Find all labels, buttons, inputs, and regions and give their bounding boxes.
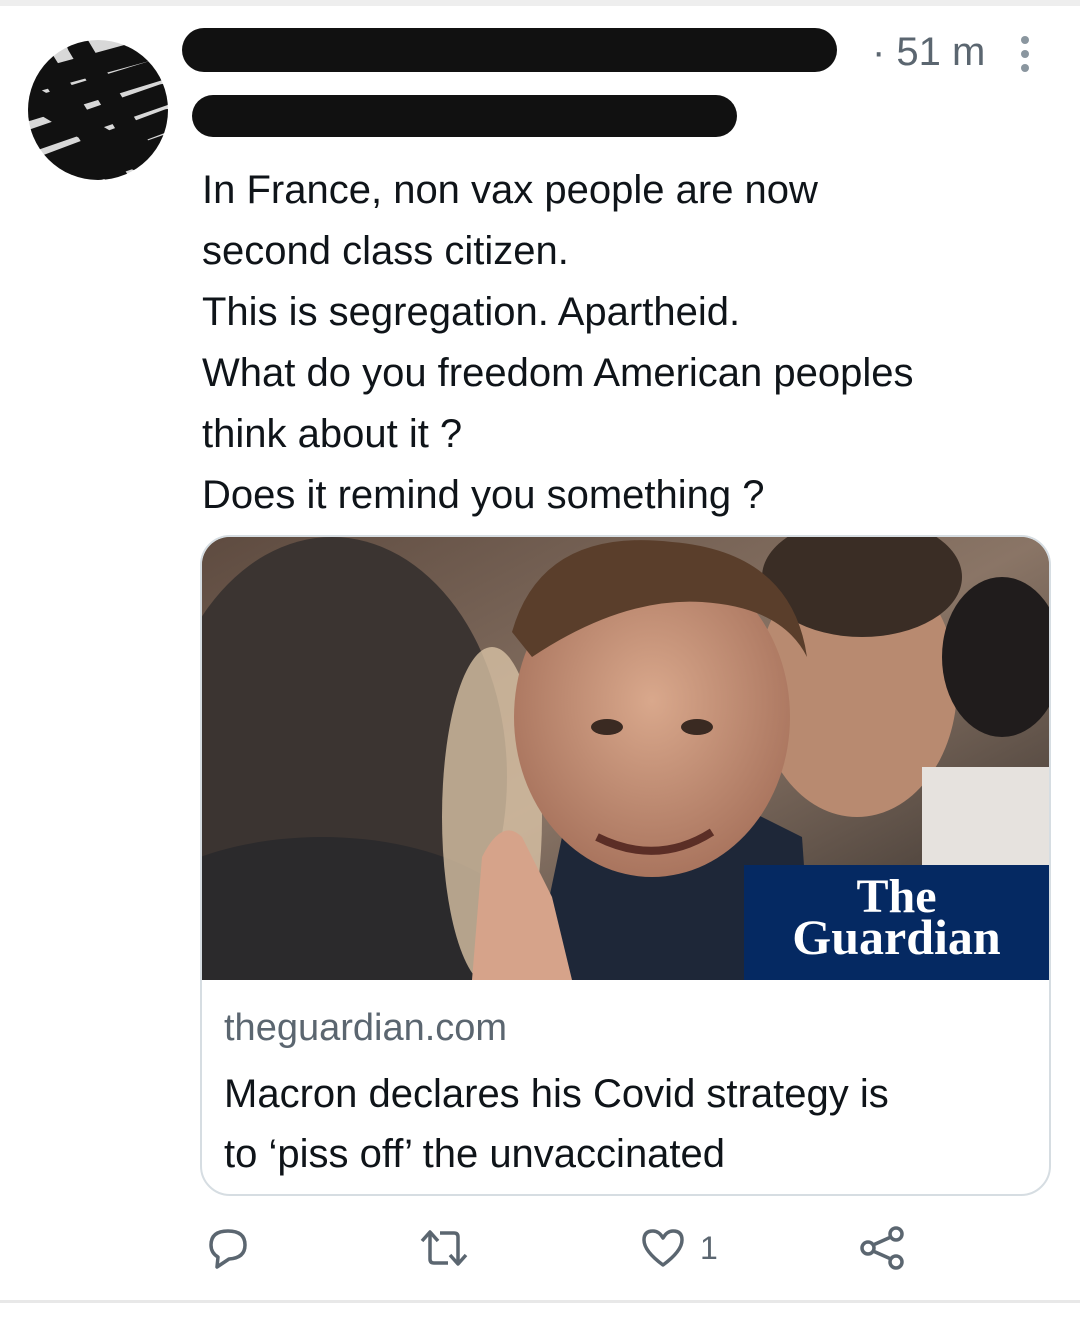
like-count: 1: [700, 1229, 718, 1266]
retweet-button[interactable]: [418, 1220, 470, 1276]
avatar[interactable]: [28, 40, 168, 180]
retweet-icon: [420, 1230, 468, 1266]
display-name-redacted[interactable]: [182, 28, 837, 72]
tweet-text: In France, non vax people are now second…: [202, 160, 1062, 526]
tweet-text-line: This is segregation. Apartheid.: [202, 290, 741, 334]
link-card-image[interactable]: The Guardian: [202, 537, 1049, 980]
guardian-logo: The Guardian: [744, 865, 1049, 980]
link-card-title-line: Macron declares his Covid strategy is: [224, 1072, 889, 1116]
guardian-logo-line2: Guardian: [792, 909, 1001, 965]
tweet-text-line: What do you freedom American peoples: [202, 351, 914, 395]
bottom-divider: [0, 1300, 1080, 1303]
like-button[interactable]: 1: [640, 1220, 718, 1276]
tweet-action-bar: 1: [0, 1220, 1080, 1280]
share-button[interactable]: [858, 1220, 906, 1276]
reply-button[interactable]: [205, 1220, 251, 1276]
handle-redacted[interactable]: [192, 95, 737, 137]
link-card-title-line: to ‘piss off’ the unvaccinated: [224, 1132, 726, 1176]
top-divider: [0, 0, 1080, 6]
tweet-text-line: think about it ?: [202, 412, 463, 456]
tweet-text-line: second class citizen.: [202, 229, 569, 273]
tweet-text-line: Does it remind you something ?: [202, 473, 765, 517]
reply-icon: [209, 1229, 247, 1269]
tweet-text-line: In France, non vax people are now: [202, 168, 818, 212]
avatar-redaction-scribble: [28, 40, 168, 180]
link-card-domain: theguardian.com: [224, 1007, 508, 1049]
more-icon[interactable]: [1018, 36, 1032, 76]
share-icon: [860, 1226, 904, 1270]
link-card-title: Macron declares his Covid strategy is to…: [224, 1064, 1024, 1184]
like-icon: [642, 1229, 684, 1267]
tweet-timestamp[interactable]: · 51 m: [872, 30, 985, 75]
link-card[interactable]: The Guardian theguardian.com Macron decl…: [200, 535, 1051, 1196]
